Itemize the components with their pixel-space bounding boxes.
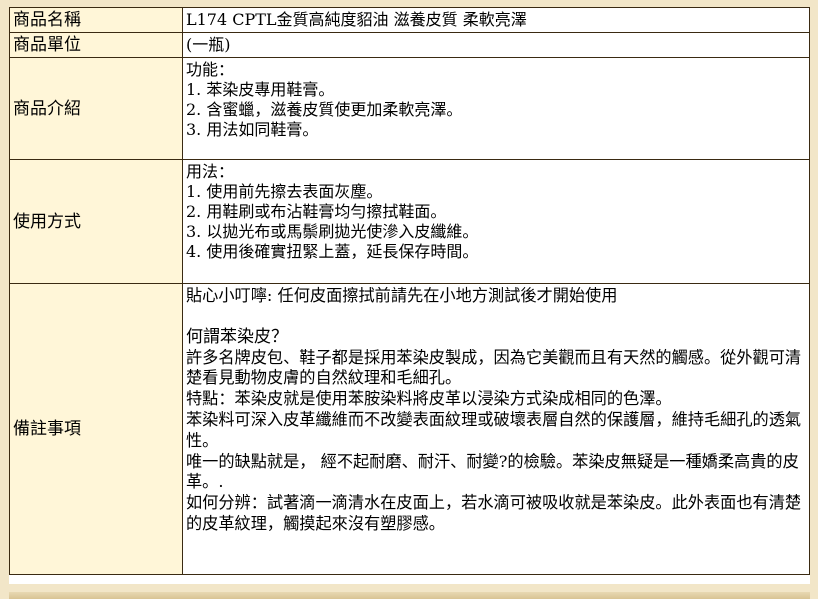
usage-step: 3. 以拋光布或馬鬃刷拋光使滲入皮纖維。 — [186, 222, 479, 241]
value-product-unit: (一瓶) — [183, 33, 809, 57]
remarks-tip: 貼心小叮嚀: 任何皮面擦拭前請先在小地方測試後才開始使用 — [186, 286, 618, 305]
label-usage: 使用方式 — [10, 160, 182, 283]
value-remarks: 貼心小叮嚀: 任何皮面擦拭前請先在小地方測試後才開始使用 何謂苯染皮？ 許多名牌… — [183, 284, 809, 574]
remarks-spacer — [186, 307, 807, 327]
usage-step: 4. 使用後確實扭緊上蓋，延長保存時間。 — [186, 242, 479, 261]
row-product-unit: 商品單位 (一瓶) — [10, 33, 809, 57]
row-usage: 使用方式 用法： 1. 使用前先擦去表面灰塵。 2. 用鞋刷或布沾鞋膏均勻擦拭鞋… — [10, 160, 809, 283]
remarks-paragraph: 許多名牌皮包、鞋子都是採用苯染皮製成，因為它美觀而且有天然的觸感。從外觀可清楚看… — [186, 347, 802, 388]
usage-step: 1. 使用前先擦去表面灰塵。 — [186, 182, 383, 201]
intro-heading: 功能： — [186, 60, 235, 79]
remarks-paragraph: 唯一的缺點就是， 經不起耐磨、耐汗、耐變?的檢驗。苯染皮無疑是一種嬌柔高貴的皮革… — [186, 451, 799, 492]
remarks-paragraph: 特點：苯染皮就是使用苯胺染料將皮革以浸染方式染成相同的色澤。 — [186, 389, 672, 409]
usage-step: 2. 用鞋刷或布沾鞋膏均勻擦拭鞋面。 — [186, 202, 447, 221]
label-product-name: 商品名稱 — [10, 8, 182, 32]
value-product-name: L174 CPTL金質高純度貂油 滋養皮質 柔軟亮澤 — [183, 8, 809, 32]
footer-bar — [9, 592, 810, 599]
intro-line: 2. 含蜜蠟，滋養皮質使更加柔軟亮澤。 — [186, 100, 463, 119]
value-product-intro: 功能： 1. 苯染皮專用鞋膏。 2. 含蜜蠟，滋養皮質使更加柔軟亮澤。 3. 用… — [183, 58, 809, 159]
remarks-question: 何謂苯染皮？ — [186, 326, 288, 347]
intro-line: 1. 苯染皮專用鞋膏。 — [186, 80, 335, 99]
label-product-unit: 商品單位 — [10, 33, 182, 57]
remarks-paragraph: 苯染料可深入皮革纖維而不改變表面紋理或破壞表層自然的保護層，維持毛細孔的透氣性。 — [186, 409, 802, 450]
usage-heading: 用法： — [186, 162, 235, 181]
intro-line: 3. 用法如同鞋膏。 — [186, 120, 319, 139]
value-usage: 用法： 1. 使用前先擦去表面灰塵。 2. 用鞋刷或布沾鞋膏均勻擦拭鞋面。 3.… — [183, 160, 809, 283]
row-remarks: 備註事項 貼心小叮嚀: 任何皮面擦拭前請先在小地方測試後才開始使用 何謂苯染皮？… — [10, 284, 809, 574]
page-bottom-strip — [0, 584, 818, 599]
row-product-intro: 商品介紹 功能： 1. 苯染皮專用鞋膏。 2. 含蜜蠟，滋養皮質使更加柔軟亮澤。… — [10, 58, 809, 159]
product-spec-table: 商品名稱 L174 CPTL金質高純度貂油 滋養皮質 柔軟亮澤 商品單位 (一瓶… — [9, 7, 810, 575]
label-remarks: 備註事項 — [10, 284, 182, 574]
product-spec-panel: 商品名稱 L174 CPTL金質高純度貂油 滋養皮質 柔軟亮澤 商品單位 (一瓶… — [9, 7, 810, 584]
remarks-paragraph: 如何分辨：試著滴一滴清水在皮面上，若水滴可被吸收就是苯染皮。此外表面也有清楚的皮… — [186, 493, 802, 533]
row-product-name: 商品名稱 L174 CPTL金質高純度貂油 滋養皮質 柔軟亮澤 — [10, 8, 809, 32]
label-product-intro: 商品介紹 — [10, 58, 182, 159]
